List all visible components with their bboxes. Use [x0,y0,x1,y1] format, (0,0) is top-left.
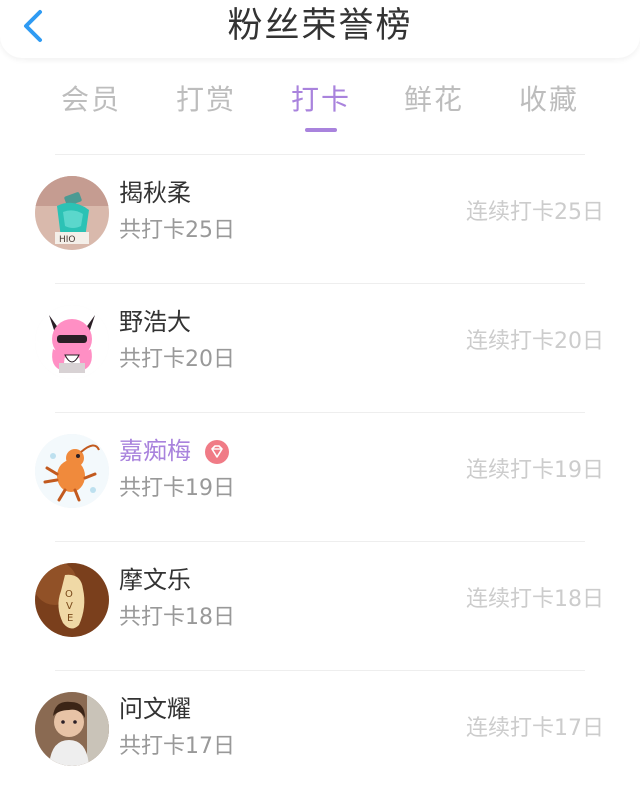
avatar[interactable] [35,692,109,766]
tab-checkin[interactable]: 打卡 [276,76,366,132]
divider [55,670,585,671]
active-tab-indicator [305,128,337,132]
fan-list: HIO 揭秋柔 共打卡25日 连续打卡25日 野浩大 共打卡20日 连续打卡20… [0,154,640,799]
total-checkin: 共打卡19日 [119,476,235,501]
list-item[interactable]: 嘉痴梅 共打卡19日 连续打卡19日 [0,412,640,541]
streak-checkin: 连续打卡18日 [466,587,604,612]
avatar[interactable]: O V E [35,563,109,637]
tab-label: 鲜花 [403,83,464,116]
list-item[interactable]: 问文耀 共打卡17日 连续打卡17日 [0,670,640,799]
fan-name: 摩文乐 [119,566,191,594]
svg-text:V: V [66,601,73,612]
fan-name: 揭秋柔 [119,179,191,207]
header-bar: 粉丝荣誉榜 [0,0,640,58]
tab-member[interactable]: 会员 [46,76,136,124]
tab-label: 收藏 [518,83,579,116]
tab-flowers[interactable]: 鲜花 [389,76,479,124]
tab-label: 打赏 [175,83,236,116]
streak-checkin: 连续打卡20日 [466,329,604,354]
divider [55,541,585,542]
divider [55,154,585,155]
tab-reward[interactable]: 打赏 [161,76,251,124]
svg-text:HIO: HIO [59,235,76,245]
list-item[interactable]: HIO 揭秋柔 共打卡25日 连续打卡25日 [0,154,640,283]
streak-checkin: 连续打卡17日 [466,716,604,741]
list-item[interactable]: 野浩大 共打卡20日 连续打卡20日 [0,283,640,412]
tab-bar: 会员 打赏 打卡 鲜花 收藏 [0,76,640,136]
svg-text:O: O [65,589,73,600]
tab-label: 会员 [60,83,121,116]
list-item[interactable]: O V E 摩文乐 共打卡18日 连续打卡18日 [0,541,640,670]
tab-label: 打卡 [290,83,351,116]
fan-name: 问文耀 [119,695,191,723]
divider [55,283,585,284]
page-title: 粉丝荣誉榜 [227,6,413,46]
tab-favorites[interactable]: 收藏 [504,76,594,124]
streak-checkin: 连续打卡19日 [466,458,604,483]
divider [55,412,585,413]
total-checkin: 共打卡25日 [119,218,235,243]
svg-text:E: E [67,613,73,624]
diamond-icon [205,440,229,464]
avatar[interactable] [35,305,109,379]
streak-checkin: 连续打卡25日 [466,200,604,225]
avatar[interactable]: HIO [35,176,109,250]
fan-name: 嘉痴梅 [119,437,191,465]
total-checkin: 共打卡20日 [119,347,235,372]
fan-name: 野浩大 [119,308,191,336]
total-checkin: 共打卡18日 [119,605,235,630]
total-checkin: 共打卡17日 [119,734,235,759]
avatar[interactable] [35,434,109,508]
